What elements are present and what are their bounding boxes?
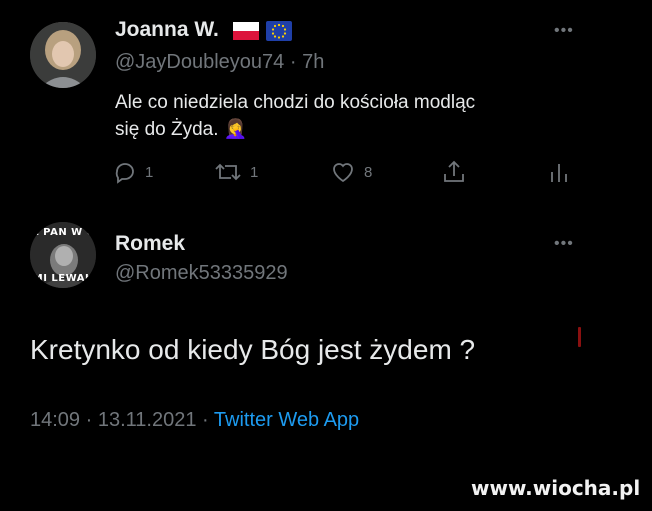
avatar-joanna[interactable] (30, 22, 96, 88)
tweet-meta: 14:09 · 13.11.2021 · Twitter Web App (30, 409, 359, 432)
analytics-icon (551, 164, 567, 182)
author-name-romek[interactable]: Romek (115, 232, 185, 256)
red-mark (578, 327, 581, 347)
facepalm-emoji-icon: 🤦‍♀️ (223, 119, 248, 140)
tweet-time[interactable]: 14:09 (30, 409, 80, 431)
author-handle-romek[interactable]: @Romek53335929 (115, 262, 288, 285)
retweet-action-button[interactable]: 1 (214, 160, 258, 184)
tweet-text: Kretynko od kiedy Bóg jest żydem ? (30, 334, 476, 365)
meta-dot: · (85, 409, 93, 431)
retweet-count: 1 (250, 163, 259, 181)
like-count: 8 (364, 163, 373, 181)
author-name-joanna[interactable]: Joanna W. (115, 18, 219, 42)
avatar-romek[interactable]: Z PAN W C MI LEWAK (30, 222, 96, 288)
meta-dot: · (202, 409, 209, 431)
retweet-icon (215, 163, 241, 181)
avatar-caption-top: Z PAN W C (31, 227, 95, 238)
more-options-icon[interactable]: ••• (554, 235, 574, 253)
heart-icon (333, 163, 353, 183)
poland-flag-icon (233, 22, 259, 45)
reply-action-button[interactable]: 1 (113, 160, 153, 184)
more-options-icon[interactable]: ••• (554, 22, 574, 40)
avatar-caption-bottom: MI LEWAK (32, 273, 94, 284)
tweet-date[interactable]: 13.11.2021 (98, 409, 197, 431)
share-action-button[interactable] (442, 159, 466, 185)
analytics-action-button[interactable] (548, 160, 570, 184)
reply-text-line1: Ale co niedziela chodzi do kościoła modl… (115, 92, 476, 113)
share-icon (444, 160, 464, 182)
watermark: www.wiocha.pl (471, 476, 641, 500)
separator: · (289, 51, 297, 73)
eu-flag-icon (266, 21, 292, 46)
tweet-source-link[interactable]: Twitter Web App (214, 409, 359, 431)
author-handle-joanna[interactable]: @JayDoubleyou74 · 7h (115, 51, 324, 74)
like-action-button[interactable]: 8 (330, 160, 372, 184)
reply-text-line2: się do Żyda. 🤦‍♀️ (115, 119, 248, 140)
reply-icon (115, 163, 134, 184)
reply-text: Ale co niedziela chodzi do kościoła modl… (115, 89, 585, 143)
reply-count: 1 (145, 163, 154, 181)
time-ago[interactable]: 7h (302, 51, 324, 73)
handle-text: @JayDoubleyou74 (115, 51, 285, 73)
